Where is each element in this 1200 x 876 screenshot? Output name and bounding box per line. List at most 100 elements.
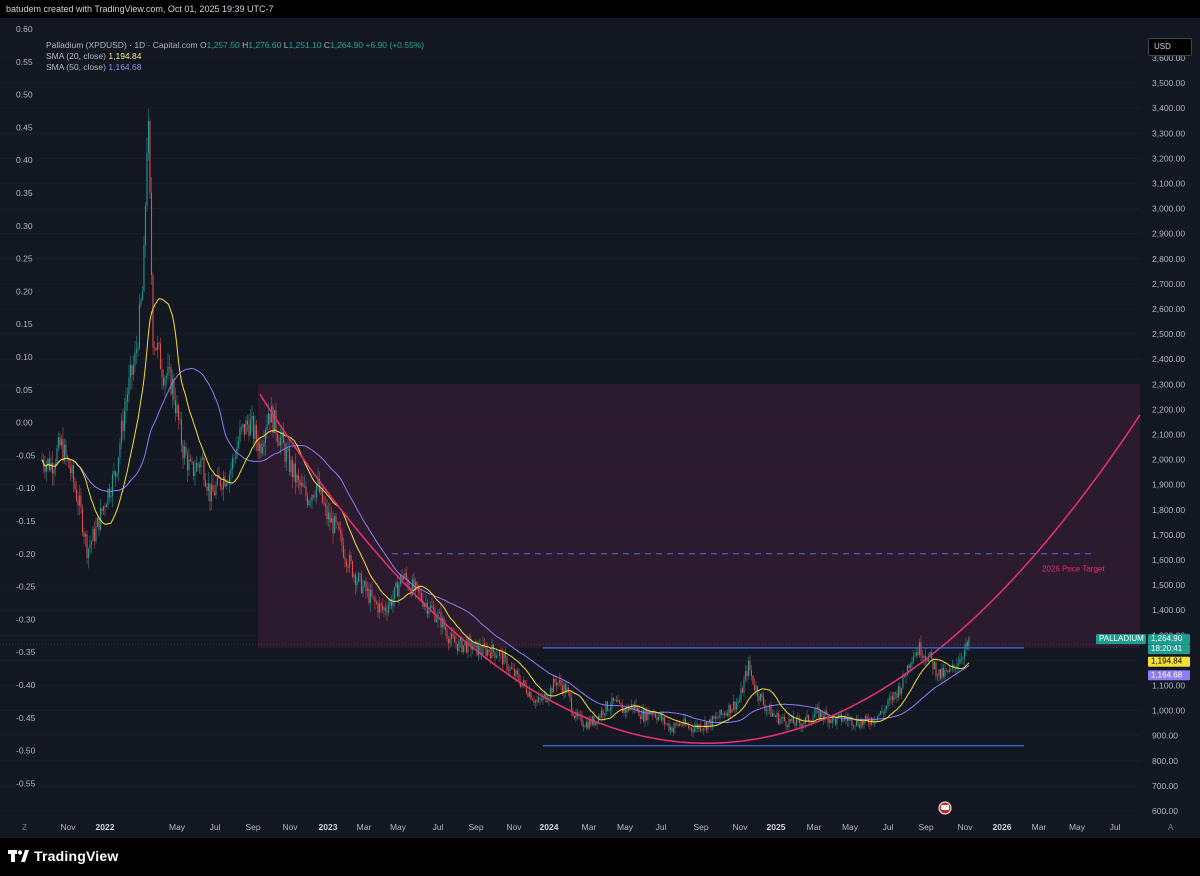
candle-body — [794, 723, 796, 726]
candle-body — [240, 426, 243, 429]
candle-body — [363, 581, 366, 586]
price-chart[interactable]: 3,600.003,500.003,400.003,300.003,200.00… — [0, 18, 1200, 838]
candle-body — [255, 424, 258, 442]
candle-body — [86, 534, 88, 559]
candle-body — [965, 642, 967, 650]
tradingview-logo: TradingView — [8, 848, 118, 864]
candle-body — [155, 347, 157, 351]
candle-body — [431, 605, 433, 608]
candle-body — [353, 574, 355, 577]
candle-body — [477, 645, 480, 656]
candle-body — [72, 465, 75, 483]
target-zone — [258, 384, 1140, 648]
candle-body — [260, 443, 262, 454]
right-axis-tick: 2,100.00 — [1152, 430, 1185, 440]
candle-body — [65, 444, 67, 456]
candle-body — [539, 697, 541, 700]
candle-body — [966, 642, 969, 646]
candle-body — [450, 633, 453, 639]
candle-body — [890, 696, 892, 699]
candle-body — [261, 447, 264, 454]
candle-body — [573, 715, 576, 719]
candle-body — [603, 713, 606, 716]
candle-body — [291, 459, 294, 477]
candle-body — [485, 646, 487, 656]
currency-selector[interactable]: USD — [1148, 38, 1192, 56]
candle-body — [896, 693, 898, 698]
candle-body — [713, 716, 715, 719]
candle-body — [333, 516, 336, 534]
candle-body — [905, 675, 907, 677]
chart-area[interactable]: 3,600.00 3,500.00 3,400.00 3,300.00 3,200.00… — [0, 18, 1200, 838]
legend-open-label: O — [200, 40, 207, 50]
candle-body — [272, 406, 274, 433]
left-axis-tick: 0.05 — [16, 385, 33, 395]
left-axis-tick: -0.35 — [16, 647, 36, 657]
candle-body — [59, 437, 61, 446]
candle-body — [584, 726, 586, 728]
candle-body — [396, 582, 399, 597]
candle-body — [738, 700, 741, 702]
candle-body — [729, 704, 732, 713]
candle-body — [141, 291, 144, 301]
candle-body — [50, 462, 52, 471]
candle-body — [518, 674, 520, 682]
candle-body — [788, 719, 790, 728]
candle-body — [80, 495, 82, 508]
candle-body — [783, 716, 786, 722]
right-axis-tick: 1,500.00 — [1152, 580, 1185, 590]
candle-body — [89, 544, 91, 549]
candle-body — [108, 488, 111, 498]
candle-body — [135, 349, 138, 353]
candle-body — [126, 394, 129, 401]
legend-close-value: 1,264.90 — [330, 40, 364, 50]
left-axis-tick: 0.55 — [16, 57, 33, 67]
candle-body — [416, 582, 418, 586]
candle-body — [551, 687, 553, 693]
candle-body — [134, 352, 136, 365]
candle-body — [309, 500, 312, 502]
candle-body — [693, 727, 696, 733]
candle-body — [239, 428, 241, 442]
candle-body — [297, 475, 300, 480]
candle-body — [303, 486, 306, 488]
candle-body — [149, 120, 151, 193]
candle-body — [639, 716, 642, 719]
candle-body — [731, 709, 733, 713]
x-axis-tick: May — [1069, 822, 1086, 832]
candle-body — [624, 709, 627, 713]
candle-body — [486, 649, 489, 656]
candle-body — [138, 304, 141, 348]
candle-body — [159, 343, 162, 370]
right-axis-tick: 2,800.00 — [1152, 254, 1185, 264]
candle-body — [354, 574, 357, 586]
candle-body — [638, 707, 640, 717]
candle-body — [557, 682, 559, 686]
candle-body — [776, 713, 778, 717]
candle-body — [95, 526, 97, 542]
candle-body — [234, 458, 237, 459]
candle-body — [461, 638, 463, 653]
right-axis-tick: 1,100.00 — [1152, 681, 1185, 691]
right-axis-tick: 3,300.00 — [1152, 128, 1185, 138]
candle-body — [897, 686, 900, 698]
candle-body — [311, 495, 313, 501]
candle-body — [377, 603, 379, 613]
left-axis-tick: 0.35 — [16, 188, 33, 198]
right-axis-tick: 2,000.00 — [1152, 455, 1185, 465]
candle-body — [194, 471, 196, 476]
left-axis-tick: -0.20 — [16, 549, 36, 559]
x-axis-tick: 2025 — [767, 822, 786, 832]
right-axis-tick: 2,700.00 — [1152, 279, 1185, 289]
candle-body — [762, 697, 765, 705]
candle-body — [495, 656, 498, 658]
candle-body — [800, 723, 802, 727]
candle-body — [585, 721, 588, 728]
candle-body — [356, 581, 358, 586]
candle-body — [644, 709, 646, 722]
candle-body — [140, 300, 142, 305]
candle-body — [347, 566, 349, 568]
candle-body — [749, 660, 751, 671]
candle-body — [288, 448, 291, 472]
candle-body — [474, 641, 477, 643]
